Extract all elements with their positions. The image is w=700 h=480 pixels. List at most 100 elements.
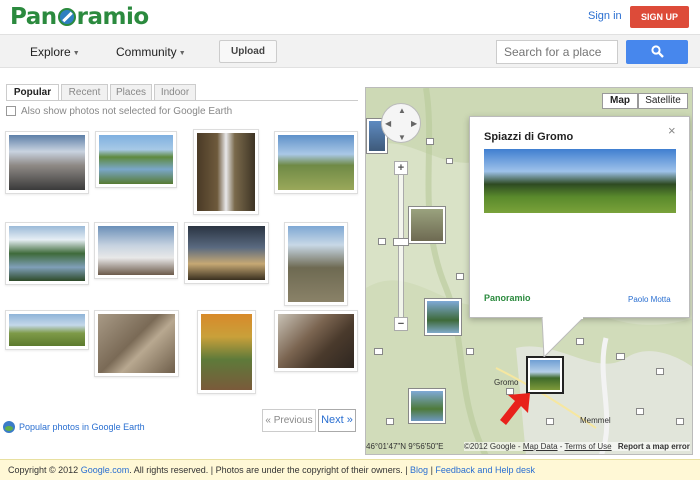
pan-up-icon[interactable]: ▲: [398, 106, 406, 115]
map-photo-marker[interactable]: [456, 273, 464, 280]
panoramio-logo[interactable]: Pan ramio: [10, 4, 149, 30]
attrib-separator: -: [557, 442, 565, 451]
map-photo-marker[interactable]: [446, 158, 453, 164]
header: Pan ramio Sign in SIGN UP: [0, 0, 700, 34]
map-photo-marker[interactable]: [426, 138, 434, 145]
tab-places[interactable]: Places: [110, 84, 152, 100]
map-photo-marker[interactable]: [424, 298, 462, 336]
google-earth-filter[interactable]: Also show photos not selected for Google…: [6, 106, 232, 117]
photo-thumbnail[interactable]: [284, 222, 348, 306]
photo-thumbnail[interactable]: [94, 222, 178, 279]
map-type-map[interactable]: Map: [602, 93, 638, 109]
google-link[interactable]: Google.com: [81, 465, 130, 475]
logo-text-end: ramio: [76, 4, 150, 30]
zoom-out-button[interactable]: −: [394, 317, 408, 331]
info-window-photo[interactable]: [484, 149, 676, 213]
report-map-error-link[interactable]: Report a map error: [618, 442, 690, 451]
info-window-title: Spiazzi di Gromo: [484, 131, 574, 143]
selected-photo-marker[interactable]: [526, 356, 564, 394]
photo-thumbnail[interactable]: [197, 310, 256, 394]
photo-image: [9, 135, 85, 190]
info-window-author-link[interactable]: Paolo Motta: [628, 295, 671, 304]
community-label: Community: [116, 45, 177, 59]
map-photo-marker[interactable]: [374, 348, 383, 355]
map-photo-marker[interactable]: [546, 418, 554, 425]
map-photo-marker[interactable]: [636, 408, 644, 415]
copyright-prefix: Copyright © 2012: [8, 465, 81, 475]
map-photo-marker[interactable]: [386, 418, 394, 425]
sign-in-link[interactable]: Sign in: [588, 10, 622, 22]
photo-thumbnail[interactable]: [274, 310, 358, 372]
photo-image: [188, 226, 265, 280]
photo-image: [197, 133, 255, 211]
sign-up-button[interactable]: SIGN UP: [630, 6, 689, 28]
explore-label: Explore: [30, 45, 71, 59]
photo-info-window: Spiazzi di Gromo × Panoramio Paolo Motta: [469, 116, 690, 318]
logo-text-start: Pan: [10, 4, 57, 30]
marker-image: [427, 301, 459, 333]
caret-down-icon: ▼: [72, 50, 80, 57]
photo-thumbnail[interactable]: [184, 222, 269, 284]
search-input[interactable]: [496, 40, 618, 64]
blog-link[interactable]: Blog: [410, 465, 428, 475]
feedback-link[interactable]: Feedback and Help desk: [435, 465, 535, 475]
photo-image: [288, 226, 344, 302]
upload-button[interactable]: Upload: [219, 40, 277, 63]
pan-left-icon[interactable]: ◀: [385, 119, 391, 128]
map-photo-marker[interactable]: [656, 368, 664, 375]
photo-thumbnail[interactable]: [5, 222, 89, 285]
red-arrow-annotation: [500, 393, 530, 425]
photo-thumbnail[interactable]: [274, 131, 358, 194]
photo-image: [9, 314, 85, 346]
pan-control[interactable]: ▲ ▼ ◀ ▶: [381, 103, 421, 143]
popular-link-label: Popular photos in Google Earth: [19, 422, 145, 432]
popular-google-earth-link[interactable]: Popular photos in Google Earth: [3, 421, 145, 433]
marker-image: [530, 360, 560, 390]
map-photo-marker[interactable]: [408, 206, 446, 244]
photo-thumbnail[interactable]: [94, 310, 179, 377]
globe-icon: [57, 8, 76, 26]
pan-down-icon[interactable]: ▼: [398, 133, 406, 142]
photo-thumbnail[interactable]: [5, 131, 89, 194]
pan-right-icon[interactable]: ▶: [411, 119, 417, 128]
community-menu[interactable]: Community ▼: [116, 45, 186, 59]
close-icon[interactable]: ×: [668, 123, 676, 138]
info-window-panoramio-logo[interactable]: Panoramio: [484, 293, 531, 303]
next-page-button[interactable]: Next »: [318, 409, 356, 432]
map-photo-marker[interactable]: [408, 388, 446, 424]
map-photo-marker[interactable]: [616, 353, 625, 360]
map-panel[interactable]: Map Satellite ▲ ▼ ◀ ▶ + − Gromo Memmel S…: [365, 87, 693, 455]
map-photo-marker[interactable]: [466, 348, 474, 355]
map-label-gromo: Gromo: [494, 378, 519, 387]
zoom-in-button[interactable]: +: [394, 161, 408, 175]
tabs-divider: [6, 100, 358, 101]
tab-indoor[interactable]: Indoor: [154, 84, 196, 100]
tab-popular[interactable]: Popular: [6, 84, 59, 101]
google-earth-icon: [3, 421, 15, 433]
photo-image: [9, 226, 85, 281]
photo-thumbnail[interactable]: [5, 310, 89, 350]
info-window-pointer: [541, 317, 585, 357]
previous-page-button[interactable]: « Previous: [262, 409, 316, 432]
map-photo-marker[interactable]: [378, 238, 386, 245]
search-button[interactable]: [626, 40, 688, 64]
terms-of-use-link[interactable]: Terms of Use: [565, 442, 612, 451]
zoom-slider-track[interactable]: [398, 161, 404, 331]
photo-thumbnail[interactable]: [193, 129, 259, 215]
photo-image: [98, 226, 174, 275]
photo-image: [278, 314, 354, 368]
zoom-slider-handle[interactable]: [393, 238, 409, 246]
map-type-satellite[interactable]: Satellite: [638, 93, 688, 109]
photo-thumbnail[interactable]: [95, 131, 177, 188]
tab-recent[interactable]: Recent: [61, 84, 108, 100]
map-photo-marker[interactable]: [676, 418, 684, 425]
filter-checkbox-label: Also show photos not selected for Google…: [21, 106, 233, 117]
caret-down-icon: ▼: [178, 50, 186, 57]
marker-image: [411, 209, 443, 241]
photo-image: [98, 314, 175, 373]
filter-checkbox[interactable]: [6, 106, 16, 116]
map-data-link[interactable]: Map Data: [523, 442, 558, 451]
nav-bar: Explore ▼ Community ▼ Upload: [0, 34, 700, 68]
photo-image: [201, 314, 252, 390]
explore-menu[interactable]: Explore ▼: [30, 45, 80, 59]
